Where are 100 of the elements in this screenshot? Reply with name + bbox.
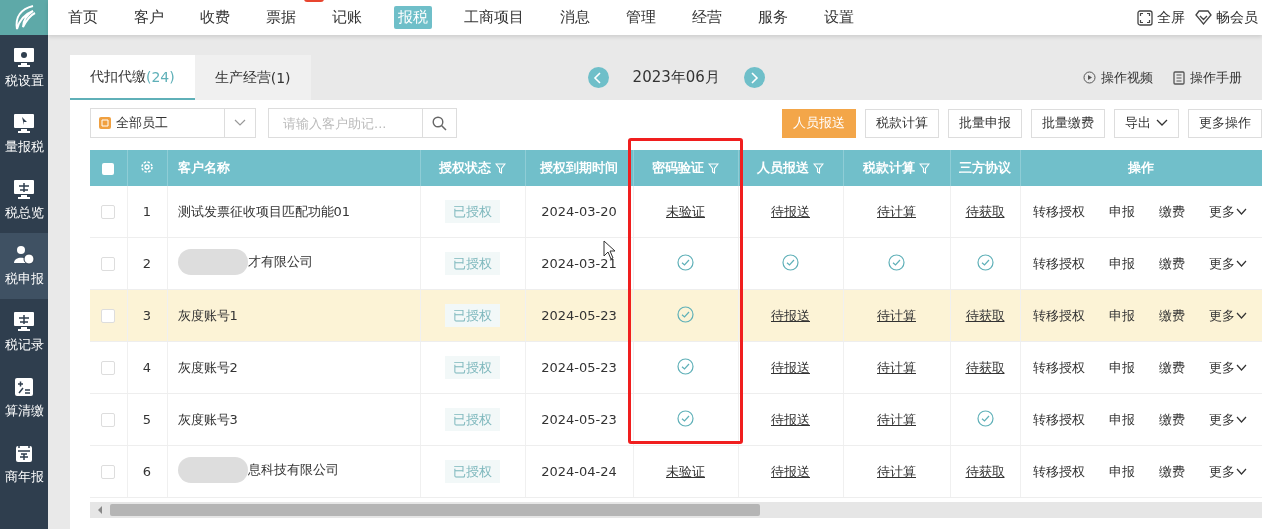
row-action-link[interactable]: 申报: [1108, 410, 1135, 429]
filter-icon[interactable]: [919, 162, 930, 174]
row-checkbox[interactable]: [101, 257, 116, 272]
settings-icon[interactable]: [140, 159, 154, 174]
action-button[interactable]: 批量申报: [948, 108, 1022, 138]
select-all-checkbox[interactable]: [102, 163, 115, 175]
action-button[interactable]: 批量缴费: [1031, 108, 1105, 138]
row-action-link[interactable]: 申报: [1108, 306, 1135, 325]
sidebar-item[interactable]: 税总览: [0, 167, 48, 233]
status-link[interactable]: 待计算: [877, 203, 916, 219]
row-checkbox[interactable]: [101, 361, 116, 376]
action-button[interactable]: 导出: [1114, 108, 1179, 138]
status-link[interactable]: 待报送: [771, 411, 810, 427]
row-action-link[interactable]: 转移授权: [1032, 410, 1085, 429]
nav-tab[interactable]: 服务: [754, 6, 792, 29]
table-row[interactable]: 5 灰度账号3 已授权 2024-05-23 待报送 待计算 转移授权 申报 缴费 更多: [90, 393, 1262, 446]
help-link[interactable]: 操作手册: [1173, 68, 1242, 87]
row-action-link[interactable]: 缴费: [1158, 410, 1185, 429]
filter-icon[interactable]: [495, 162, 506, 174]
header-link[interactable]: 全屏: [1137, 8, 1185, 27]
nav-tab[interactable]: 客户: [130, 6, 168, 29]
nav-tab[interactable]: 消息: [556, 6, 594, 29]
row-action-link[interactable]: 转移授权: [1032, 202, 1085, 221]
row-action-link[interactable]: 更多: [1208, 202, 1247, 221]
tab[interactable]: 生产经营(1): [194, 55, 311, 100]
header-link[interactable]: 畅会员: [1195, 8, 1258, 27]
status-link[interactable]: 待报送: [771, 463, 810, 479]
row-checkbox[interactable]: [101, 309, 116, 324]
row-action-link[interactable]: 转移授权: [1032, 462, 1085, 481]
status-link[interactable]: 未验证: [666, 463, 705, 479]
check-circle-icon: [677, 253, 694, 271]
table-row[interactable]: 2 才有限公司 已授权 2024-03-21 转移授权 申报 缴费 更多: [90, 237, 1262, 290]
row-action-link[interactable]: 更多: [1208, 254, 1247, 273]
filter-icon[interactable]: [813, 162, 824, 174]
status-link[interactable]: 待计算: [877, 307, 916, 323]
nav-tab[interactable]: 管理: [622, 6, 660, 29]
table-row[interactable]: 6 息科技有限公司 已授权 2024-04-24 未验证 待报送 待计算 待获取 转移授权 申报 缴费 更多: [90, 445, 1262, 498]
row-checkbox[interactable]: [101, 465, 116, 480]
help-link[interactable]: 操作视频: [1083, 68, 1153, 87]
check-circle-icon: [782, 253, 799, 271]
status-link[interactable]: 待计算: [877, 411, 916, 427]
action-button[interactable]: 更多操作: [1188, 108, 1262, 138]
check-circle-icon: [677, 357, 694, 375]
status-link[interactable]: 待报送: [771, 359, 810, 375]
sidebar-item[interactable]: 税设置: [0, 35, 48, 101]
sidebar-item[interactable]: 税记录: [0, 299, 48, 365]
nav-tab[interactable]: 首页: [64, 6, 102, 29]
status-link[interactable]: 待报送: [771, 307, 810, 323]
nav-tab[interactable]: 设置: [820, 6, 858, 29]
nav-tab[interactable]: 经营: [688, 6, 726, 29]
status-link[interactable]: 待获取: [965, 359, 1005, 375]
scroll-left-icon[interactable]: [96, 505, 104, 515]
status-link[interactable]: 待获取: [965, 463, 1005, 479]
nav-tab[interactable]: 收费: [196, 6, 234, 29]
sidebar-item[interactable]: 算清缴: [0, 365, 48, 431]
row-action-link[interactable]: 更多: [1208, 358, 1247, 377]
row-action-link[interactable]: 更多: [1208, 462, 1247, 481]
row-action-link[interactable]: 转移授权: [1032, 306, 1085, 325]
row-action-link[interactable]: 申报: [1108, 462, 1135, 481]
search-button[interactable]: [423, 108, 457, 138]
previous-button[interactable]: [587, 67, 609, 88]
row-action-link[interactable]: 转移授权: [1032, 254, 1085, 273]
status-link[interactable]: 待获取: [965, 307, 1005, 323]
customer-name: 才有限公司: [247, 253, 313, 271]
status-link[interactable]: 待计算: [877, 359, 916, 375]
tab[interactable]: 代扣代缴(24): [70, 55, 195, 100]
status-link[interactable]: 待获取: [965, 203, 1005, 219]
nav-tab[interactable]: 票据: [262, 6, 300, 29]
status-link[interactable]: 待报送: [771, 203, 810, 219]
row-action-link[interactable]: 转移授权: [1032, 358, 1085, 377]
row-action-link[interactable]: 缴费: [1158, 202, 1185, 221]
table-row[interactable]: 3 灰度账号1 已授权 2024-05-23 待报送 待计算 待获取 转移授权 申报 缴费 更多: [90, 289, 1262, 342]
nav-tab[interactable]: 工商项目: [460, 6, 528, 29]
sidebar-item[interactable]: 税申报: [0, 233, 48, 299]
row-action-link[interactable]: 缴费: [1158, 358, 1185, 377]
action-button[interactable]: 税款计算: [865, 108, 939, 138]
row-action-link[interactable]: 缴费: [1158, 254, 1185, 273]
scrollbar-thumb[interactable]: [110, 504, 760, 516]
row-action-link[interactable]: 更多: [1208, 410, 1247, 429]
sidebar-item[interactable]: 商年报: [0, 431, 48, 497]
row-checkbox[interactable]: [101, 205, 116, 220]
check-circle-icon: [888, 253, 905, 271]
table-row[interactable]: 1 测试发票征收项目匹配功能01 已授权 2024-03-20 未验证 待报送 待计算 待获取 转移授权 申报 缴费 更多: [90, 186, 1262, 238]
employee-select[interactable]: 全部员工: [90, 108, 256, 138]
sidebar-item[interactable]: 量报税: [0, 101, 48, 167]
horizontal-scrollbar[interactable]: [90, 502, 1262, 518]
nav-tab[interactable]: 记账: [328, 6, 366, 29]
filter-icon[interactable]: [708, 162, 719, 174]
row-action-link[interactable]: 申报: [1108, 202, 1135, 221]
row-checkbox[interactable]: [101, 413, 116, 428]
next-button[interactable]: [743, 67, 765, 88]
table-row[interactable]: 4 灰度账号2 已授权 2024-05-23 待报送 待计算 待获取 转移授权 申报 缴费 更多: [90, 341, 1262, 394]
row-action-link[interactable]: 申报: [1108, 358, 1135, 377]
row-action-link[interactable]: 缴费: [1158, 306, 1185, 325]
row-action-link[interactable]: 更多: [1208, 306, 1247, 325]
search-field[interactable]: 请输入客户助记...: [268, 108, 423, 138]
row-action-link[interactable]: 申报: [1108, 254, 1135, 273]
row-action-link[interactable]: 缴费: [1158, 462, 1185, 481]
status-link[interactable]: 待计算: [877, 463, 916, 479]
status-link[interactable]: 未验证: [666, 203, 705, 219]
